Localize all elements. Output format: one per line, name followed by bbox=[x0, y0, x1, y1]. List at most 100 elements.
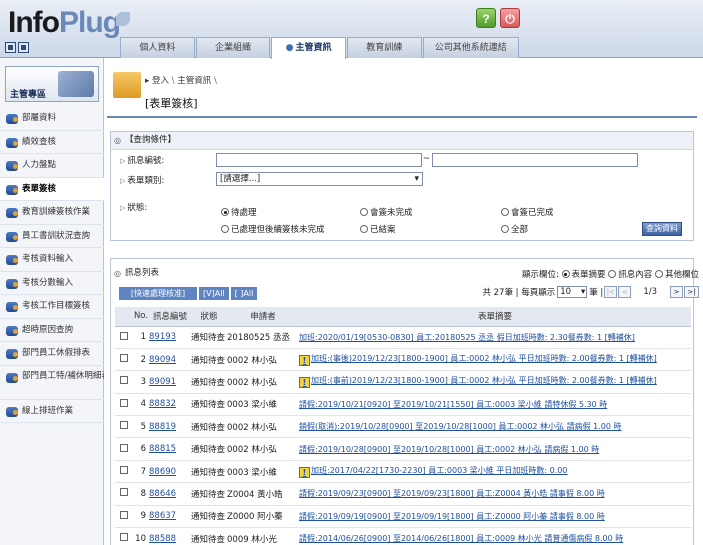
sidebar-item[interactable]: 員工書訓狀況查詢 bbox=[0, 225, 104, 248]
table-row[interactable]: 6 88815 通知待查 0002 林小弘 請假:2019/10/28[0900] 至2… bbox=[115, 437, 691, 461]
sidebar-item-label: 人力盤點 bbox=[22, 160, 57, 170]
row-summary-link[interactable]: 加班:(事後)2019/12/23[1800-1900] 員工:0002 林小弘… bbox=[311, 354, 657, 363]
window-alt-icon[interactable] bbox=[18, 42, 29, 53]
sidebar-item[interactable]: 考核工作目標簽核 bbox=[0, 295, 104, 319]
row-summary-link[interactable]: 銷假(取消):2019/10/28[0900] 至2019/10/28[1000… bbox=[299, 422, 621, 431]
status-radio-all[interactable]: 全部 bbox=[501, 223, 528, 235]
table-row[interactable]: 1 89193 通知待查 20180525 丞丞 加班:2020/01/19[0530-… bbox=[115, 326, 691, 349]
prev-page-button[interactable]: < bbox=[618, 286, 632, 298]
row-checkbox[interactable] bbox=[120, 488, 128, 497]
breadcrumb-login[interactable]: 登入 bbox=[152, 76, 169, 86]
status-radio-pending[interactable]: 待處理 bbox=[221, 206, 257, 218]
msg-no-to-input[interactable] bbox=[432, 153, 638, 167]
row-checkbox-cell bbox=[115, 482, 133, 506]
row-id-link[interactable]: 89094 bbox=[149, 355, 176, 365]
quick-approve-button[interactable]: [快速處理核准] bbox=[119, 287, 197, 300]
row-checkbox[interactable] bbox=[120, 398, 128, 407]
row-checkbox[interactable] bbox=[120, 376, 128, 385]
table-row[interactable]: 4 88832 通知待查 0003 梁小維 請假:2019/10/21[0920] 至2… bbox=[115, 393, 691, 417]
display-radio-summary[interactable]: 表單摘要 bbox=[561, 270, 606, 280]
warning-icon: ! bbox=[299, 355, 310, 367]
status-radio-processed[interactable]: 已處理但後續簽核未完成 bbox=[221, 223, 325, 235]
tab-org[interactable]: 企業組織 bbox=[195, 37, 271, 58]
row-summary-link[interactable]: 請假:2019/10/28[0900] 至2019/10/28[1000] 員工… bbox=[299, 445, 599, 454]
row-id-link[interactable]: 88646 bbox=[149, 489, 176, 499]
sidebar-item[interactable]: 考核分數輸入 bbox=[0, 272, 104, 295]
row-id-link[interactable]: 88815 bbox=[149, 444, 176, 454]
table-row[interactable]: 9 88637 通知待查 Z0000 阿小蓁 請假:2019/09/19[0900] 至… bbox=[115, 505, 691, 529]
sidebar-item[interactable]: 表單簽核 bbox=[0, 177, 104, 201]
logout-button[interactable]: ⏻ bbox=[500, 8, 520, 28]
tab-manager[interactable]: ● 主管資訊 bbox=[271, 37, 346, 59]
total-count: 共 27筆 | 每頁顯示 bbox=[482, 288, 556, 298]
status-radio-cosign-done[interactable]: 會簽已完成 bbox=[501, 206, 554, 218]
sidebar-item[interactable]: 教育訓練簽核作業 bbox=[0, 201, 104, 225]
row-status: 通知待查 bbox=[191, 370, 227, 394]
row-id-link[interactable]: 89193 bbox=[149, 332, 176, 342]
first-page-button[interactable]: |< bbox=[604, 286, 618, 298]
row-id-link[interactable]: 88588 bbox=[149, 534, 176, 544]
window-icon[interactable] bbox=[5, 42, 16, 53]
row-summary-link[interactable]: 請假:2019/09/23[0900] 至2019/09/23[1800] 員工… bbox=[299, 489, 605, 498]
manager-desk-icon bbox=[58, 71, 94, 97]
msg-no-from-input[interactable] bbox=[216, 153, 422, 167]
row-summary-link[interactable]: 請假:2019/09/19[0900] 至2019/09/19[1800] 員工… bbox=[299, 512, 605, 521]
row-checkbox-cell bbox=[115, 505, 133, 529]
tab-training[interactable]: 教育訓練 bbox=[346, 37, 422, 58]
query-button[interactable]: 查詢資料 bbox=[642, 222, 682, 236]
status-radio-cosign-open[interactable]: 會簽未完成 bbox=[360, 206, 413, 218]
type-select[interactable]: [請選擇...] bbox=[216, 172, 423, 186]
row-checkbox[interactable] bbox=[120, 354, 128, 363]
person-icon bbox=[6, 208, 18, 218]
row-summary-link[interactable]: 請假:2014/06/26[0900] 至2014/06/26[1800] 員工… bbox=[299, 534, 623, 543]
tab-links[interactable]: 公司其他系統連結 bbox=[422, 37, 519, 58]
help-button[interactable]: ? bbox=[476, 8, 496, 28]
col-applicant: 申請者 bbox=[227, 307, 299, 327]
sidebar-item[interactable]: 部門員工休假排表 bbox=[0, 342, 104, 366]
row-summary-link[interactable]: 加班:2020/01/19[0530-0830] 員工:20180525 丞丞 … bbox=[299, 333, 635, 342]
sidebar-item[interactable]: 人力盤點 bbox=[0, 154, 104, 178]
table-row[interactable]: 10 88588 通知待查 0009 林小光 請假:2014/06/26[0900] 至… bbox=[115, 527, 691, 545]
deselect-all-button[interactable]: [ ]All bbox=[230, 287, 258, 300]
row-checkbox[interactable] bbox=[120, 331, 128, 340]
sidebar-item[interactable]: 線上排班作業 bbox=[0, 400, 104, 423]
next-page-button[interactable]: > bbox=[670, 286, 683, 298]
row-id-link[interactable]: 88832 bbox=[149, 399, 176, 409]
sidebar-item[interactable]: 考核資料輸入 bbox=[0, 248, 104, 272]
row-checkbox[interactable] bbox=[120, 533, 128, 542]
col-check bbox=[115, 307, 133, 327]
tab-personal[interactable]: 個人資料 bbox=[120, 37, 195, 58]
row-checkbox[interactable] bbox=[120, 443, 128, 452]
sidebar-item[interactable]: 超時原因查詢 bbox=[0, 319, 104, 342]
row-summary-link[interactable]: 加班:(事前)2019/12/23[1800-1900] 員工:0002 林小弘… bbox=[311, 376, 657, 385]
row-id-link[interactable]: 88637 bbox=[149, 511, 176, 521]
page-size-select[interactable]: 10 bbox=[557, 286, 588, 298]
page-info: 1/3 bbox=[643, 287, 657, 297]
table-row[interactable]: 5 88819 通知待查 0002 林小弘 銷假(取消):2019/10/28[0900… bbox=[115, 415, 691, 439]
table-row[interactable]: 3 89091 通知待查 0002 林小弘! 加班:(事前)2019/12/23[180… bbox=[115, 370, 691, 394]
type-label: 表單類別: bbox=[120, 174, 164, 186]
row-summary-link[interactable]: 加班:2017/04/22[1730-2230] 員工:0003 梁小維 平日加… bbox=[311, 466, 567, 475]
row-summary-cell: ! 加班:(事前)2019/12/23[1800-1900] 員工:0002 林小… bbox=[299, 370, 691, 394]
row-checkbox[interactable] bbox=[120, 421, 128, 430]
row-id-cell: 88690 bbox=[149, 460, 191, 484]
person-icon bbox=[6, 302, 18, 312]
display-radio-other[interactable]: 其他欄位 bbox=[654, 270, 699, 280]
person-icon bbox=[6, 137, 18, 148]
last-page-button[interactable]: >| bbox=[684, 286, 699, 298]
select-all-button[interactable]: [V]All bbox=[199, 287, 229, 300]
row-id-link[interactable]: 88819 bbox=[149, 422, 176, 432]
status-radio-closed[interactable]: 已結案 bbox=[360, 223, 396, 235]
row-checkbox[interactable] bbox=[120, 466, 128, 475]
row-id-link[interactable]: 88690 bbox=[149, 467, 176, 477]
sidebar-item[interactable]: 部門員工特/補休明細表 bbox=[0, 366, 104, 400]
display-radio-content[interactable]: 訊息內容 bbox=[608, 270, 652, 280]
sidebar-item[interactable]: 績效查核 bbox=[0, 131, 104, 154]
row-summary-link[interactable]: 請假:2019/10/21[0920] 至2019/10/21[1550] 員工… bbox=[299, 400, 607, 409]
row-checkbox[interactable] bbox=[120, 510, 128, 519]
table-row[interactable]: 7 88690 通知待查 0003 梁小維! 加班:2017/04/22[1730-22… bbox=[115, 460, 691, 484]
sidebar-item[interactable]: 部屬資料 bbox=[0, 107, 104, 131]
table-row[interactable]: 2 89094 通知待查 0002 林小弘! 加班:(事後)2019/12/23[180… bbox=[115, 348, 691, 372]
table-row[interactable]: 8 88646 通知待查 Z0004 黃小皓 請假:2019/09/23[0900] 至… bbox=[115, 482, 691, 506]
row-id-link[interactable]: 89091 bbox=[149, 377, 176, 387]
